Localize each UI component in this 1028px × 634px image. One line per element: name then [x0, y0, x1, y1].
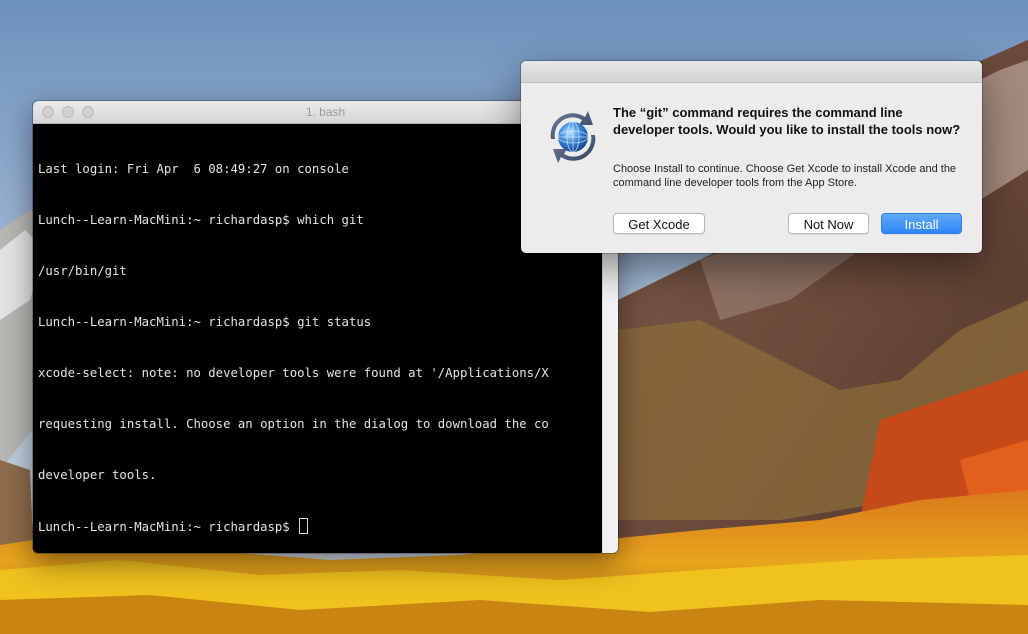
dialog-message: Choose Install to continue. Choose Get X…: [613, 163, 957, 189]
terminal-line: Lunch--Learn-MacMini:~ richardasp$ which…: [38, 213, 364, 227]
terminal-output[interactable]: Last login: Fri Apr 6 08:49:27 on consol…: [33, 124, 603, 553]
install-button[interactable]: Install: [881, 213, 962, 234]
not-now-button[interactable]: Not Now: [788, 213, 869, 234]
install-tools-dialog[interactable]: The “git” command requires the command l…: [521, 61, 982, 253]
dialog-titlebar: [521, 61, 982, 83]
dialog-heading: The “git” command requires the command l…: [613, 105, 961, 137]
terminal-line: Lunch--Learn-MacMini:~ richardasp$ git s…: [38, 315, 372, 329]
terminal-line: developer tools.: [38, 468, 157, 482]
get-xcode-button[interactable]: Get Xcode: [613, 213, 705, 234]
text-cursor: [299, 518, 309, 534]
software-update-globe-icon: [541, 105, 605, 169]
terminal-line: xcode-select: note: no developer tools w…: [38, 366, 549, 380]
terminal-line: /usr/bin/git: [38, 264, 127, 278]
terminal-prompt: Lunch--Learn-MacMini:~ richardasp$: [38, 520, 298, 534]
terminal-prompt-line[interactable]: Lunch--Learn-MacMini:~ richardasp$: [38, 518, 603, 535]
terminal-line: Last login: Fri Apr 6 08:49:27 on consol…: [38, 162, 349, 176]
terminal-line: requesting install. Choose an option in …: [38, 417, 549, 431]
